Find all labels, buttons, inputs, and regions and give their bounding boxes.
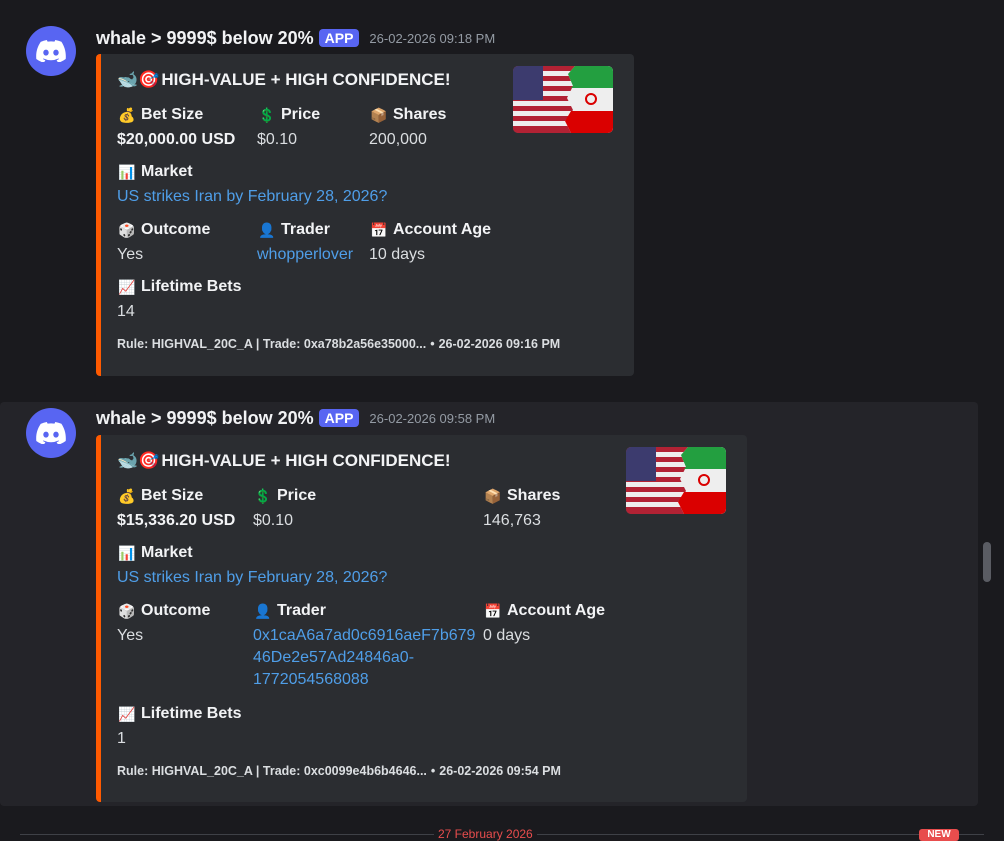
- discord-avatar-icon[interactable]: [26, 408, 76, 458]
- user-icon: 👤: [258, 222, 276, 238]
- market-link[interactable]: US strikes Iran by February 28, 2026?: [117, 186, 387, 208]
- field-lifetime-bets: 📈 Lifetime Bets 1: [117, 705, 242, 747]
- field-price: 💲 Price $0.10: [257, 106, 321, 148]
- field-account-age: 📅 Account Age 0 days: [483, 602, 606, 644]
- message-header: whale > 9999$ below 20% APP 26-02-2026 0…: [96, 26, 495, 50]
- field-market: 📊 Market US strikes Iran by February 28, …: [117, 161, 387, 208]
- embed-footer: Rule: HIGHVAL_20C_A | Trade: 0xa78b2a56e…: [117, 337, 561, 351]
- message-timestamp: 26-02-2026 09:18 PM: [369, 30, 496, 46]
- field-account-age: 📅 Account Age 10 days: [369, 221, 492, 263]
- field-outcome: 🎲 Outcome Yes: [117, 602, 211, 644]
- dice-icon: 🎲: [118, 603, 136, 619]
- money-bag-icon: 💰: [118, 488, 136, 504]
- field-outcome: 🎲 Outcome Yes: [117, 221, 211, 263]
- scrollbar-thumb[interactable]: [983, 542, 991, 582]
- alert-embed: 🐋🎯 HIGH-VALUE + HIGH CONFIDENCE! 💰 Bet S…: [96, 54, 634, 376]
- field-shares: 📦 Shares 146,763: [483, 487, 561, 529]
- chart-increasing-icon: 📈: [118, 279, 136, 295]
- message-2: whale > 9999$ below 20% APP 26-02-2026 0…: [0, 402, 978, 806]
- embed-title: 🐋🎯 HIGH-VALUE + HIGH CONFIDENCE!: [117, 70, 451, 89]
- message-1: whale > 9999$ below 20% APP 26-02-2026 0…: [0, 0, 978, 390]
- field-bet-size: 💰 Bet Size $20,000.00 USD: [117, 106, 236, 148]
- new-messages-badge[interactable]: NEW: [919, 829, 959, 841]
- bar-chart-icon: 📊: [118, 545, 136, 561]
- field-price: 💲 Price $0.10: [253, 487, 317, 529]
- chart-increasing-icon: 📈: [118, 706, 136, 722]
- discord-avatar-icon[interactable]: [26, 26, 76, 76]
- package-icon: 📦: [370, 107, 388, 123]
- embed-footer: Rule: HIGHVAL_20C_A | Trade: 0xc0099e4b6…: [117, 764, 561, 778]
- field-shares: 📦 Shares 200,000: [369, 106, 447, 148]
- calendar-icon: 📅: [484, 603, 502, 619]
- field-trader: 👤 Trader 0x1caA6a7ad0c6916aeF7b679 46De2e…: [253, 600, 475, 691]
- package-icon: 📦: [484, 488, 502, 504]
- money-bag-icon: 💰: [118, 107, 136, 123]
- embed-title: 🐋🎯 HIGH-VALUE + HIGH CONFIDENCE!: [117, 451, 451, 470]
- username[interactable]: whale > 9999$ below 20%: [96, 28, 314, 49]
- message-header: whale > 9999$ below 20% APP 26-02-2026 0…: [96, 406, 495, 430]
- us-iran-flag-image[interactable]: [626, 447, 726, 514]
- market-link[interactable]: US strikes Iran by February 28, 2026?: [117, 567, 387, 589]
- app-badge: APP: [318, 409, 360, 427]
- whale-target-icon: 🐋🎯: [117, 451, 160, 470]
- dice-icon: 🎲: [118, 222, 136, 238]
- us-iran-flag-image[interactable]: [513, 66, 613, 133]
- field-bet-size: 💰 Bet Size $15,336.20 USD: [117, 487, 236, 529]
- user-icon: 👤: [254, 603, 272, 619]
- dollar-sign-icon: 💲: [258, 107, 276, 123]
- whale-target-icon: 🐋🎯: [117, 70, 160, 89]
- field-trader: 👤 Trader whopperlover: [257, 219, 353, 266]
- trader-link[interactable]: 0x1caA6a7ad0c6916aeF7b679 46De2e57Ad2484…: [253, 625, 475, 691]
- field-lifetime-bets: 📈 Lifetime Bets 14: [117, 278, 242, 320]
- trader-link[interactable]: whopperlover: [257, 244, 353, 266]
- dollar-sign-icon: 💲: [254, 488, 272, 504]
- username[interactable]: whale > 9999$ below 20%: [96, 408, 314, 429]
- alert-embed: 🐋🎯 HIGH-VALUE + HIGH CONFIDENCE! 💰 Bet S…: [96, 435, 747, 802]
- field-market: 📊 Market US strikes Iran by February 28, …: [117, 542, 387, 589]
- message-timestamp: 26-02-2026 09:58 PM: [369, 410, 496, 426]
- bar-chart-icon: 📊: [118, 164, 136, 180]
- calendar-icon: 📅: [370, 222, 388, 238]
- app-badge: APP: [318, 29, 360, 47]
